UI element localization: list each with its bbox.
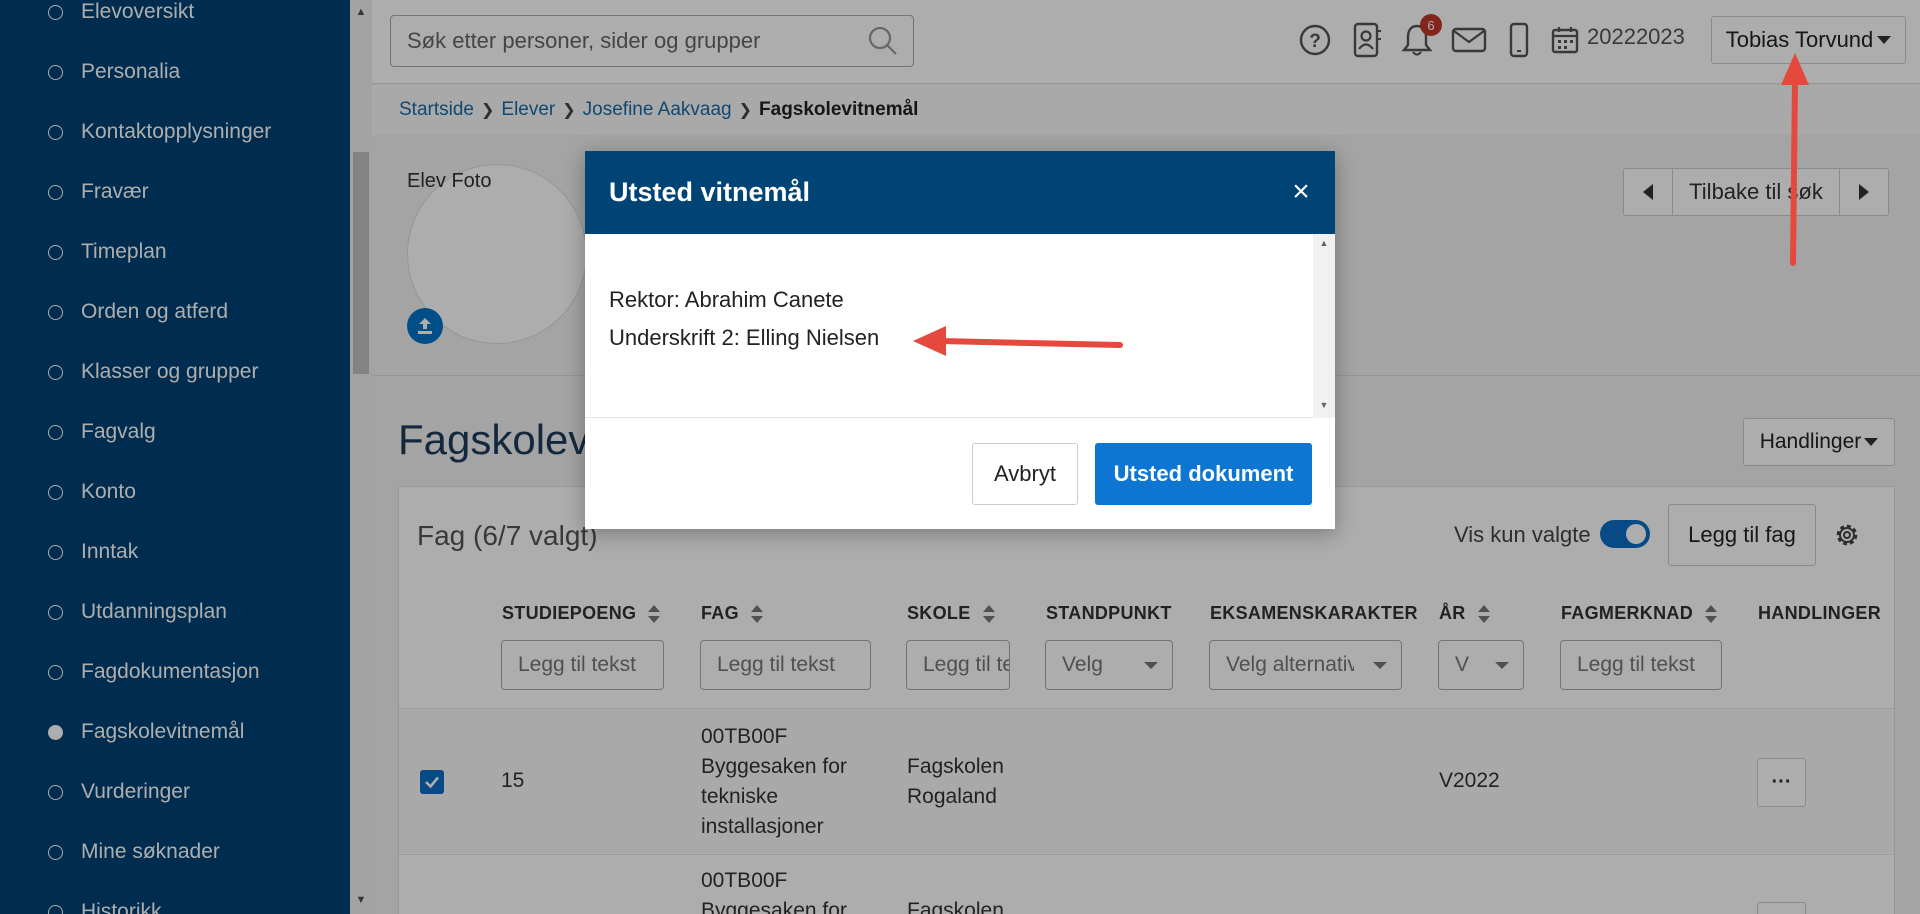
- dialog-title: Utsted vitnemål: [609, 177, 811, 207]
- cancel-button[interactable]: Avbryt: [972, 443, 1078, 505]
- issue-document-button[interactable]: Utsted dokument: [1095, 443, 1312, 505]
- scroll-up-arrow-icon[interactable]: ▲: [1313, 238, 1335, 248]
- dialog-body: Rektor: Abrahim Canete Underskrift 2: El…: [585, 234, 1335, 418]
- principal-line: Rektor: Abrahim Canete: [609, 287, 844, 312]
- dialog-scrollbar[interactable]: ▲ ▼: [1313, 234, 1335, 418]
- signature2-line: Underskrift 2: Elling Nielsen: [609, 325, 880, 350]
- issue-diploma-dialog: Utsted vitnemål × Rektor: Abrahim Canete…: [585, 151, 1335, 529]
- close-icon[interactable]: ×: [1286, 177, 1316, 207]
- dialog-header: Utsted vitnemål ×: [585, 151, 1335, 234]
- scroll-down-arrow-icon[interactable]: ▼: [1313, 400, 1335, 410]
